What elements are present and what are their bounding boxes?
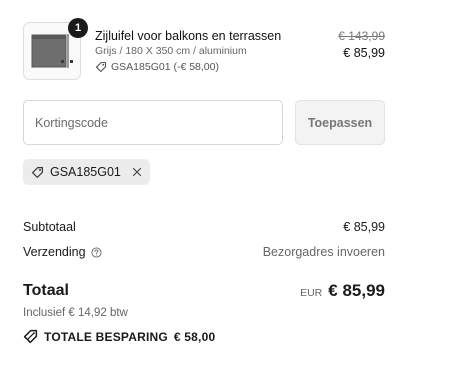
applied-discount-chip: GSA185G01 xyxy=(23,159,150,185)
shipping-row: Verzending Bezorgadres invoeren xyxy=(23,245,385,259)
total-label: Totaal xyxy=(23,282,69,299)
close-icon[interactable] xyxy=(132,167,142,177)
tag-icon xyxy=(32,166,43,178)
help-icon[interactable] xyxy=(91,246,102,258)
shipping-label: Verzending xyxy=(23,245,86,259)
subtotal-row: Subtotaal € 85,99 xyxy=(23,220,385,234)
savings-label: TOTALE BESPARING xyxy=(44,329,168,344)
product-thumbnail: 1 xyxy=(23,18,88,80)
line-item: 1 Zijluifel voor balkons en terrassen Gr… xyxy=(23,18,385,80)
tax-note: Inclusief € 14,92 btw xyxy=(23,307,128,319)
subtotal-label: Subtotaal xyxy=(23,220,76,234)
total-value: € 85,99 xyxy=(328,281,385,300)
product-variant: Grijs / 180 X 350 cm / aluminium xyxy=(95,45,247,57)
product-title: Zijluifel voor balkons en terrassen xyxy=(95,29,282,43)
apply-discount-button[interactable]: Toepassen xyxy=(295,100,385,145)
quantity-badge: 1 xyxy=(68,18,88,38)
total-row: Totaal EUR € 85,99 xyxy=(23,281,385,300)
product-discount-label: GSA185G01 (-€ 58,00) xyxy=(111,61,219,73)
subtotal-value: € 85,99 xyxy=(343,220,385,234)
shipping-value: Bezorgadres invoeren xyxy=(262,245,385,259)
original-price: € 143,99 xyxy=(338,29,385,43)
awning-product-image xyxy=(31,34,73,68)
remove-discount-button[interactable] xyxy=(132,167,142,177)
applied-discount-code: GSA185G01 xyxy=(50,165,121,179)
total-savings: TOTALE BESPARING € 58,00 xyxy=(23,329,215,344)
discount-code-input[interactable] xyxy=(23,100,283,145)
savings-tag-icon xyxy=(23,329,38,344)
product-price: € 85,99 xyxy=(343,46,385,60)
product-discount: GSA185G01 (-€ 58,00) xyxy=(95,61,219,73)
savings-value: € 58,00 xyxy=(173,329,216,344)
tag-icon xyxy=(95,61,107,73)
currency-code: EUR xyxy=(300,287,323,299)
